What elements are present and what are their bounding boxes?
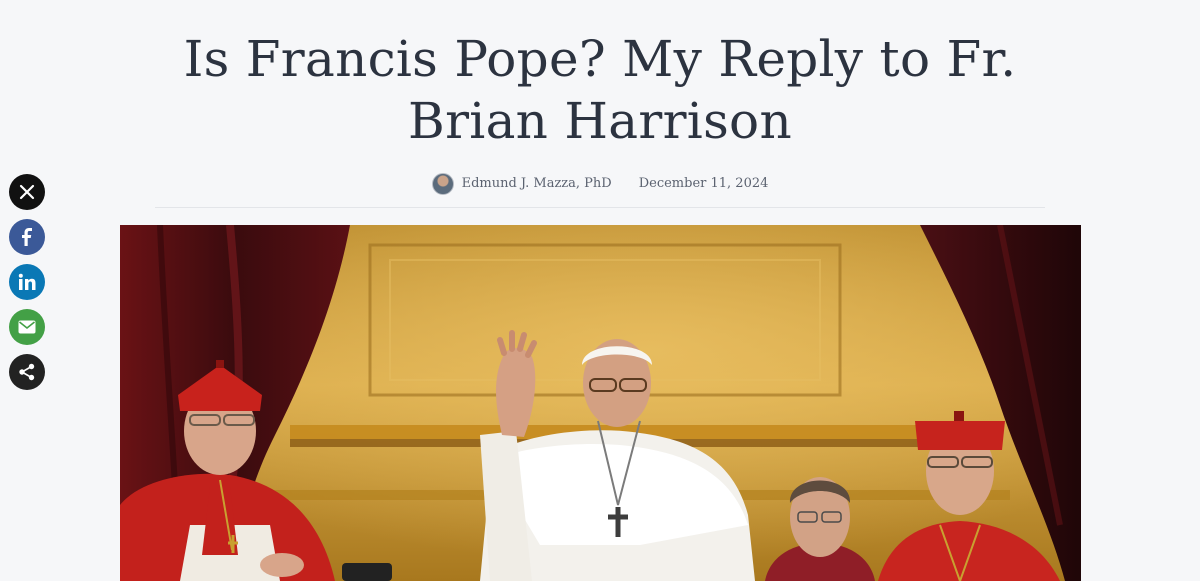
share-x-button[interactable] bbox=[9, 174, 45, 210]
article-title: Is Francis Pope? My Reply to Fr. Brian H… bbox=[183, 30, 1017, 150]
share-icon bbox=[18, 363, 36, 381]
linkedin-icon bbox=[18, 273, 36, 291]
share-bar bbox=[9, 174, 45, 390]
article-meta: Edmund J. Mazza, PhD December 11, 2024 bbox=[155, 170, 1045, 208]
hero-image bbox=[120, 225, 1081, 581]
article-page: Is Francis Pope? My Reply to Fr. Brian H… bbox=[0, 0, 1200, 581]
share-more-button[interactable] bbox=[9, 354, 45, 390]
facebook-icon bbox=[19, 228, 35, 246]
x-icon bbox=[19, 184, 35, 200]
email-icon bbox=[18, 320, 36, 334]
author-link[interactable]: Edmund J. Mazza, PhD bbox=[431, 170, 612, 198]
author-name: Edmund J. Mazza, PhD bbox=[461, 176, 612, 191]
author-avatar bbox=[431, 173, 454, 195]
share-linkedin-button[interactable] bbox=[9, 264, 45, 300]
share-facebook-button[interactable] bbox=[9, 219, 45, 255]
publish-date: December 11, 2024 bbox=[638, 176, 769, 191]
share-email-button[interactable] bbox=[9, 309, 45, 345]
